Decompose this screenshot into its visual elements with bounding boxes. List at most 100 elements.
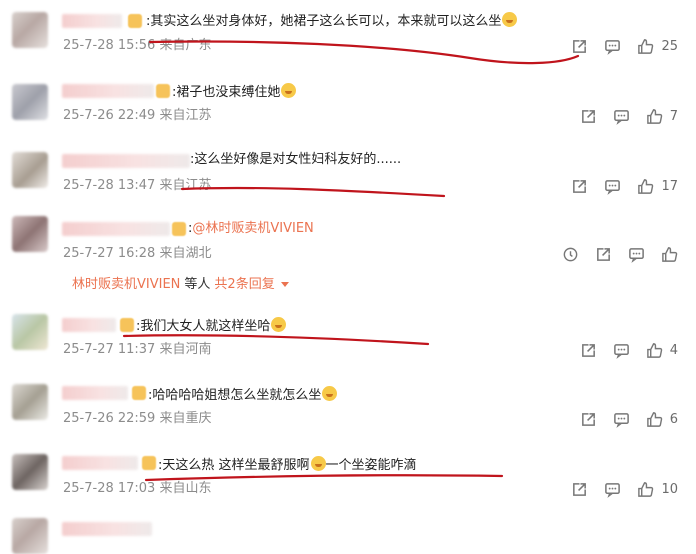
share-icon xyxy=(581,343,595,357)
like-button[interactable]: 17 xyxy=(637,178,678,195)
like-count: 25 xyxy=(661,38,678,54)
comment-button[interactable] xyxy=(613,108,630,125)
like-count: 6 xyxy=(669,411,678,427)
user-badge-icon xyxy=(156,84,170,98)
comment-button[interactable] xyxy=(604,481,621,498)
like-count: 17 xyxy=(661,178,678,194)
comment-actions: 10 xyxy=(555,480,678,498)
avatar[interactable] xyxy=(12,314,48,350)
share-button[interactable] xyxy=(580,411,597,428)
like-button[interactable]: 4 xyxy=(646,342,678,359)
chevron-down-icon xyxy=(280,282,289,287)
comment-text: :这么坐好像是对女性妇科友好的...... xyxy=(190,152,401,168)
comment-meta: 25-7-27 16:28 来自湖北 xyxy=(63,246,212,262)
comment-icon xyxy=(605,39,621,55)
like-button[interactable]: 6 xyxy=(646,411,678,428)
more-button[interactable] xyxy=(562,246,579,263)
comment-actions: 17 xyxy=(555,177,678,195)
avatar[interactable] xyxy=(12,12,48,48)
avatar[interactable] xyxy=(12,152,48,188)
like-icon xyxy=(646,108,662,124)
share-icon xyxy=(573,179,587,193)
comment-icon xyxy=(613,109,629,125)
username-blurred[interactable] xyxy=(62,386,128,400)
comment-time: 25-7-26 22:59 xyxy=(63,411,156,426)
like-count: 7 xyxy=(669,108,678,124)
avatar[interactable] xyxy=(12,216,48,252)
share-icon xyxy=(581,412,595,426)
username-blurred[interactable] xyxy=(62,222,170,236)
comment-body: :天这么热 这样坐最舒服啊 xyxy=(158,458,310,473)
user-badge-icon xyxy=(132,386,146,400)
comment-button[interactable] xyxy=(604,38,621,55)
reply-author[interactable]: 林时贩卖机VIVIEN xyxy=(72,277,180,292)
comment-text: :@林时贩卖机VIVIEN xyxy=(188,221,314,237)
share-button[interactable] xyxy=(571,38,588,55)
like-icon xyxy=(646,342,662,358)
comment-text: :哈哈哈哈姐想怎么坐就怎么坐 xyxy=(148,386,338,404)
annotation-underlines xyxy=(122,40,580,482)
comment-button[interactable] xyxy=(628,246,645,263)
comment-actions: 4 xyxy=(564,341,678,359)
more-icon xyxy=(563,247,578,261)
comment-icon xyxy=(605,482,621,498)
username-blurred[interactable] xyxy=(62,522,152,536)
comment-time: 25-7-28 13:47 xyxy=(63,178,156,193)
user-badge-icon xyxy=(172,222,186,236)
share-icon xyxy=(573,482,587,496)
avatar[interactable] xyxy=(12,84,48,120)
like-icon xyxy=(638,481,654,497)
comment-time: 25-7-28 17:03 xyxy=(63,481,156,496)
share-button[interactable] xyxy=(580,342,597,359)
comment-button[interactable] xyxy=(604,178,621,195)
like-button[interactable] xyxy=(661,246,678,263)
avatar[interactable] xyxy=(12,518,48,554)
comment-location: 来自江苏 xyxy=(159,108,212,123)
comment-time: 25-7-28 15:56 xyxy=(63,38,156,53)
avatar[interactable] xyxy=(12,454,48,490)
like-icon xyxy=(638,178,654,194)
comment-time: 25-7-26 22:49 xyxy=(63,108,156,123)
like-button[interactable]: 25 xyxy=(637,38,678,55)
like-button[interactable]: 10 xyxy=(637,481,678,498)
comment-body: :其实这么坐对身体好，她裙子这么长可以，本来就可以这么坐 xyxy=(146,14,502,29)
username-blurred[interactable] xyxy=(62,318,116,332)
like-button[interactable]: 7 xyxy=(646,108,678,125)
share-button[interactable] xyxy=(571,178,588,195)
comment-location: 来自重庆 xyxy=(159,411,212,426)
emoji-icon xyxy=(310,456,326,471)
like-icon xyxy=(638,38,654,54)
username-blurred[interactable] xyxy=(62,84,154,98)
comment-body: :裙子也没束缚住她 xyxy=(172,85,281,100)
username-blurred[interactable] xyxy=(62,154,190,168)
comment-button[interactable] xyxy=(613,411,630,428)
share-button[interactable] xyxy=(595,246,612,263)
user-badge-icon xyxy=(128,14,142,28)
comment-actions: 7 xyxy=(564,107,678,125)
comment-meta: 25-7-26 22:49 来自江苏 xyxy=(63,108,212,124)
comment-text: :我们大女人就这样坐哈 xyxy=(136,317,287,335)
comment-time: 25-7-27 11:37 xyxy=(63,342,156,357)
reply-middle: 等人 xyxy=(184,277,211,292)
comment-button[interactable] xyxy=(613,342,630,359)
comment-body: :我们大女人就这样坐哈 xyxy=(136,319,271,334)
reply-count-link[interactable]: 共2条回复 xyxy=(214,277,274,292)
mention-link[interactable]: @林时贩卖机VIVIEN xyxy=(192,221,313,236)
like-count: 10 xyxy=(661,481,678,497)
username-blurred[interactable] xyxy=(62,456,138,470)
comment-text: :天这么热 这样坐最舒服啊 一个坐姿能咋滴 xyxy=(158,456,417,474)
share-button[interactable] xyxy=(571,481,588,498)
avatar[interactable] xyxy=(12,384,48,420)
comment-body: :这么坐好像是对女性妇科友好的...... xyxy=(190,152,402,167)
comment-meta: 25-7-28 13:47 来自江苏 xyxy=(63,178,212,194)
comment-body-after: 一个坐姿能咋滴 xyxy=(325,458,417,473)
comment-meta: 25-7-28 15:56 来自广东 xyxy=(63,38,212,54)
reply-summary[interactable]: 林时贩卖机VIVIEN 等人 共2条回复 xyxy=(72,277,289,293)
username-blurred[interactable] xyxy=(62,14,122,28)
like-count: 4 xyxy=(669,342,678,358)
comment-time: 25-7-27 16:28 xyxy=(63,246,156,261)
comment-icon xyxy=(629,247,644,263)
comment-text: :其实这么坐对身体好，她裙子这么长可以，本来就可以这么坐 xyxy=(146,12,518,30)
share-button[interactable] xyxy=(580,108,597,125)
comment-actions: 25 xyxy=(555,37,678,55)
